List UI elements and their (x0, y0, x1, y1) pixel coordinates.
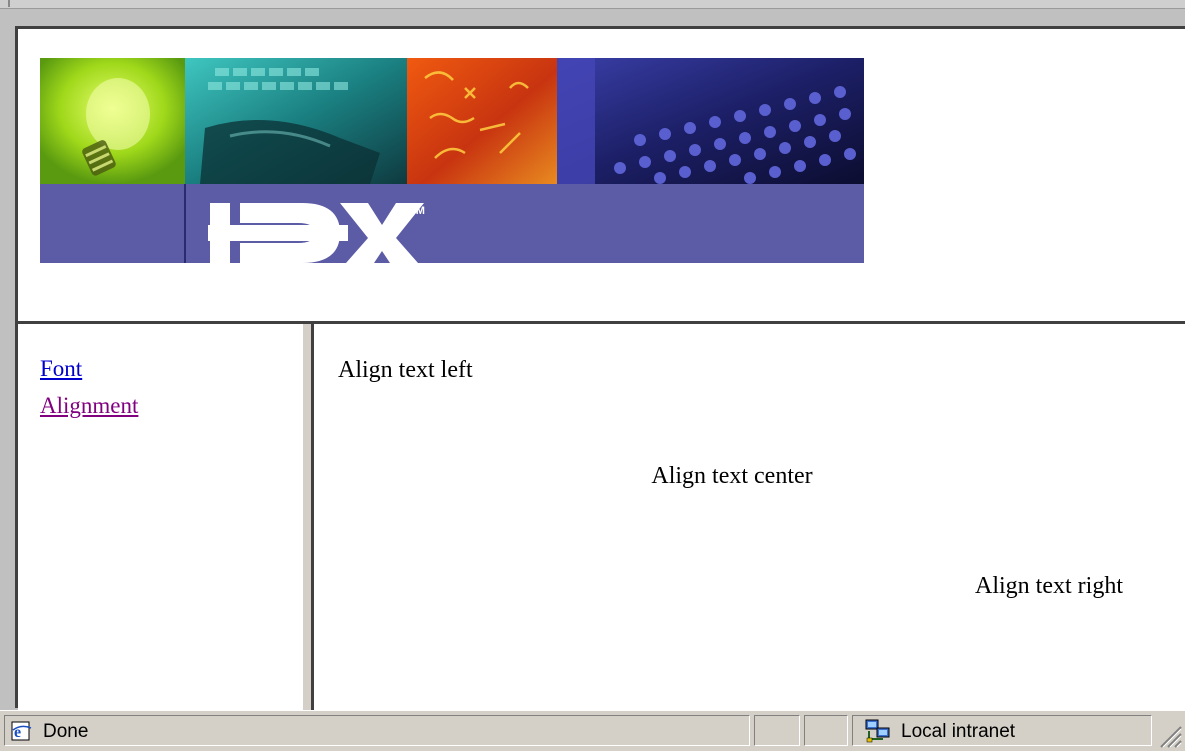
nav-frame: Font Alignment (18, 324, 302, 711)
idx-logo (208, 203, 424, 263)
text-align-left: Align text left (338, 357, 473, 383)
status-panel-security (804, 715, 848, 746)
banner-frame: TM (18, 29, 1185, 321)
status-text: Done (43, 721, 89, 742)
nav-link-font[interactable]: Font (40, 356, 82, 382)
status-bar: e Done Local intranet (0, 710, 1185, 751)
status-panel-progress (754, 715, 800, 746)
formula-panel (407, 58, 557, 184)
nav-link-alignment[interactable]: Alignment (40, 393, 138, 419)
main-frame: Align text left Align text center Align … (314, 324, 1185, 711)
text-align-center: Align text center (651, 463, 813, 489)
banner-bar (40, 184, 864, 263)
resize-grip-icon[interactable] (1155, 721, 1183, 749)
status-panel-main: e Done (4, 715, 750, 746)
toolbar-grip (8, 0, 10, 7)
frame-splitter[interactable] (302, 324, 314, 711)
page-done-icon: e (11, 721, 32, 741)
banner-graphic: TM (40, 58, 864, 263)
browser-window: TM Font Alignment Align text left Align … (0, 0, 1185, 751)
zone-text: Local intranet (901, 721, 1016, 742)
toolbar-edge (0, 0, 1185, 9)
idx-banner-image: TM (40, 58, 864, 263)
local-intranet-icon (865, 719, 890, 743)
text-align-right: Align text right (975, 573, 1123, 599)
frameset: TM Font Alignment Align text left Align … (15, 26, 1185, 711)
trademark-mark: TM (409, 205, 425, 217)
status-panel-zone: Local intranet (852, 715, 1152, 746)
